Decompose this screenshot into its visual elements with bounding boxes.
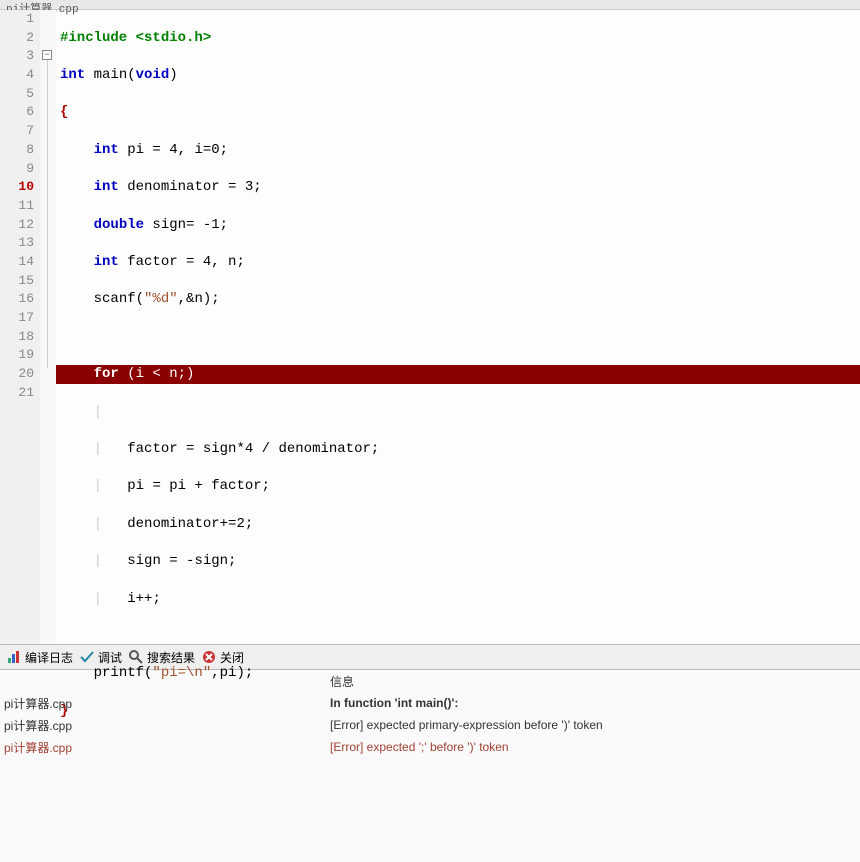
line-number: 3 [0,47,34,66]
line-number: 20 [0,365,34,384]
line-number: 16 [0,290,34,309]
code-text: factor = sign*4 / denominator; [127,441,379,457]
code-area[interactable]: #include <stdio.h> int main(void) { int … [56,10,860,644]
code-text: (i < n;) [119,366,195,382]
line-number: 19 [0,346,34,365]
code-text: ,&n); [178,291,220,307]
type-kw: int [94,179,119,195]
line-number: 17 [0,309,34,328]
line-number: 4 [0,66,34,85]
code-text: pi = pi + factor; [127,478,270,494]
fn-call: scanf( [94,291,144,307]
error-line-marker[interactable]: 10 [0,178,34,197]
type-kw: int [60,67,85,83]
line-number: 21 [0,384,34,403]
line-gutter: 1 2 3 4 5 6 7 8 9 10 11 12 13 14 15 16 1… [0,10,40,644]
type-kw: double [94,217,144,233]
code-editor[interactable]: 1 2 3 4 5 6 7 8 9 10 11 12 13 14 15 16 1… [0,10,860,644]
search-icon [128,649,144,665]
string-literal: "pi=\n" [152,665,211,681]
type-kw: int [94,254,119,270]
line-number: 2 [0,29,34,48]
search-results-label: 搜索结果 [147,649,195,666]
line-number: 11 [0,197,34,216]
compile-log-tab[interactable]: 编译日志 [6,649,73,666]
type-kw: void [136,67,170,83]
tab-bar: pi计算器.cpp [0,0,860,10]
line-number: 18 [0,328,34,347]
error-file: pi计算器.cpp [0,695,330,712]
check-icon [79,649,95,665]
fold-column: − [40,10,56,644]
line-number: 1 [0,10,34,29]
open-brace: { [60,104,68,120]
error-file: pi计算器.cpp [0,717,330,734]
compile-log-label: 编译日志 [25,649,73,666]
code-text: pi = 4, i=0; [119,142,228,158]
for-kw: for [94,366,119,382]
code-text: factor = 4, n; [119,254,245,270]
error-message: [Error] expected ';' before ')' token [330,740,860,754]
code-text: denominator = 3; [119,179,262,195]
code-text: sign = -sign; [127,553,236,569]
error-highlight-line[interactable]: for (i < n;) [56,365,860,384]
type-kw: int [94,142,119,158]
chart-icon [6,649,22,665]
line-number: 15 [0,272,34,291]
search-results-tab[interactable]: 搜索结果 [128,649,195,666]
fold-guide [47,60,48,368]
debug-tab[interactable]: 调试 [79,649,122,666]
preproc: #include [60,30,127,46]
line-number: 14 [0,253,34,272]
header-name: <stdio.h> [136,30,212,46]
close-tab[interactable]: 关闭 [201,649,244,666]
debug-label: 调试 [98,649,122,666]
fold-toggle[interactable]: − [42,50,52,60]
fn-call: printf( [94,665,153,681]
close-label: 关闭 [220,649,244,666]
line-number: 9 [0,160,34,179]
code-text: sign= -1; [144,217,228,233]
string-literal: "%d" [144,291,178,307]
code-text: denominator+=2; [127,516,253,532]
close-icon [201,649,217,665]
line-number: 13 [0,234,34,253]
fn-name: main [85,67,127,83]
line-number: 7 [0,122,34,141]
error-file: pi计算器.cpp [0,739,330,756]
error-message: [Error] expected primary-expression befo… [330,718,860,732]
error-message: In function 'int main()': [330,696,860,710]
line-number: 6 [0,103,34,122]
line-number: 5 [0,85,34,104]
line-number: 8 [0,141,34,160]
line-number: 12 [0,216,34,235]
code-text: ,pi); [211,665,253,681]
code-text: i++; [127,591,161,607]
info-column-header: 信息 [330,673,354,690]
